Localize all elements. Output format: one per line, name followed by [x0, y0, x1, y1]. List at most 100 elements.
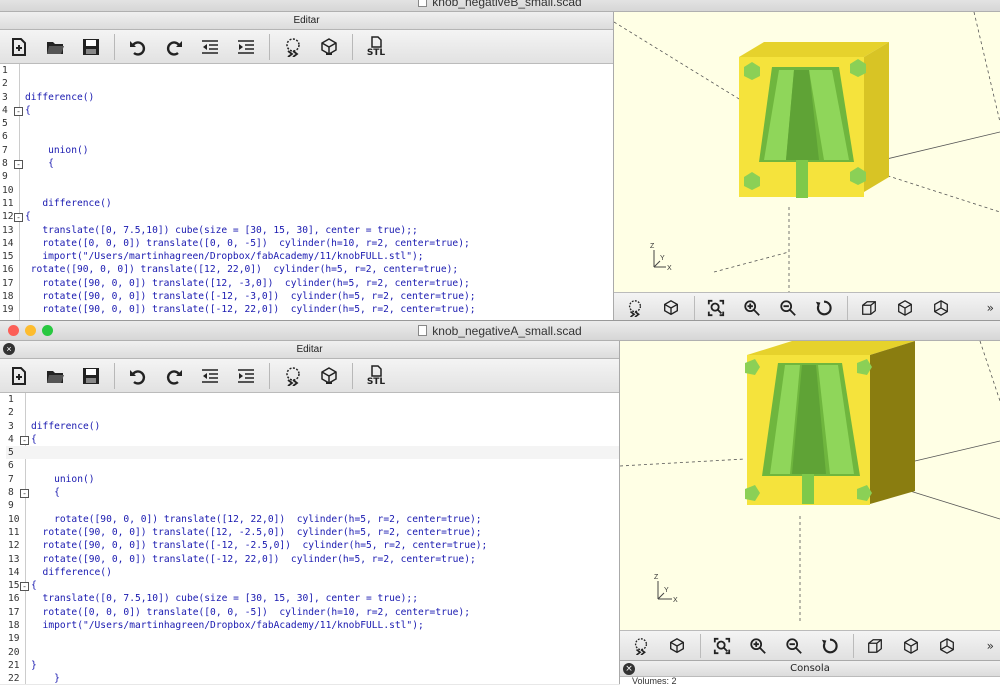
viewer-render-button[interactable] [656, 295, 686, 321]
close-console-icon[interactable]: × [623, 663, 635, 675]
new-file-button[interactable] [4, 362, 34, 390]
view-top-button[interactable] [890, 295, 920, 321]
indent-button[interactable] [231, 33, 261, 61]
view-top-button[interactable] [896, 633, 926, 659]
viewer-preview-button[interactable] [620, 295, 650, 321]
viewer-render-button[interactable] [662, 633, 692, 659]
zoom-in-button[interactable] [737, 295, 767, 321]
export-stl-button[interactable]: STL [361, 362, 391, 390]
view-all-button[interactable] [707, 633, 737, 659]
indent-button[interactable] [231, 362, 261, 390]
code-line[interactable]: 21} [6, 659, 619, 672]
zoom-out-button[interactable] [779, 633, 809, 659]
fold-toggle-icon[interactable]: - [20, 434, 31, 445]
view-bottom-button[interactable] [926, 295, 956, 321]
code-line[interactable]: 16 rotate([90, 0, 0]) translate([12, 22,… [0, 263, 613, 276]
title-bar[interactable]: knob_negativeB_small.scad [0, 0, 1000, 12]
code-line[interactable]: 20 [6, 646, 619, 659]
preview-button[interactable] [278, 33, 308, 61]
code-line[interactable]: 10 [0, 184, 613, 197]
code-line[interactable]: 14 difference() [6, 566, 619, 579]
code-line[interactable]: 18 rotate([90, 0, 0]) translate([-12, -3… [0, 290, 613, 303]
code-line[interactable]: 8- { [6, 486, 619, 499]
code-line[interactable]: 11 difference() [0, 197, 613, 210]
code-line[interactable]: 19 [6, 632, 619, 645]
unindent-button[interactable] [195, 362, 225, 390]
zoom-out-button[interactable] [773, 295, 803, 321]
preview-gear-icon [286, 37, 300, 57]
code-editor[interactable]: 1 2 3 difference() 4-{5 6 7 union() 8- {9 10 11 d… [0, 64, 613, 322]
undo-button[interactable] [123, 362, 153, 390]
view-bottom-button[interactable] [932, 633, 962, 659]
redo-button[interactable] [159, 33, 189, 61]
save-button[interactable] [76, 33, 106, 61]
code-editor[interactable]: 1 2 3 difference() 4-{5 6 7 union() 8- {9 10 rot… [0, 393, 619, 684]
3d-viewer[interactable]: Z X Y » [614, 12, 1000, 322]
code-line[interactable]: 13 rotate([90, 0, 0]) translate([-12, 22… [6, 553, 619, 566]
code-line[interactable]: 17 rotate([90, 0, 0]) translate([12, -3,… [0, 277, 613, 290]
code-line[interactable]: 4-{ [6, 433, 619, 446]
more-tools-icon[interactable]: » [987, 639, 994, 653]
code-line[interactable]: 12-{ [0, 210, 613, 223]
code-text: rotate([90, 0, 0]) translate([-12, -3,0]… [25, 291, 476, 303]
redo-button[interactable] [159, 362, 189, 390]
code-line[interactable]: 16 translate([0, 7.5,10]) cube(size = [3… [6, 592, 619, 605]
code-line[interactable]: 10 rotate([90, 0, 0]) translate([12, 22,… [6, 513, 619, 526]
code-line[interactable]: 17 rotate([0, 0, 0]) translate([0, 0, -5… [6, 606, 619, 619]
code-line[interactable]: 22 } [6, 672, 619, 684]
code-line[interactable]: 18 import("/Users/martinhagreen/Dropbox/… [6, 619, 619, 632]
line-number: 4 [8, 433, 14, 445]
view-all-button[interactable] [701, 295, 731, 321]
render-button[interactable] [314, 362, 344, 390]
viewer-preview-button[interactable] [626, 633, 656, 659]
save-button[interactable] [76, 362, 106, 390]
more-tools-icon[interactable]: » [987, 301, 994, 315]
code-line[interactable]: 4-{ [0, 104, 613, 117]
new-file-button[interactable] [4, 33, 34, 61]
open-file-button[interactable] [40, 33, 70, 61]
view-right-button[interactable] [860, 633, 890, 659]
3d-viewer[interactable]: Z X Y » [620, 341, 1000, 684]
zoom-in-button[interactable] [743, 633, 773, 659]
code-line[interactable]: 2 [0, 77, 613, 90]
undo-button[interactable] [123, 33, 153, 61]
code-line[interactable]: 14 rotate([0, 0, 0]) translate([0, 0, -5… [0, 237, 613, 250]
code-line[interactable]: 3 difference() [6, 420, 619, 433]
window-knob-negative-a: knob_negativeA_small.scad × Editar STL 1… [0, 320, 1000, 684]
fold-toggle-icon[interactable]: - [14, 211, 25, 223]
code-line[interactable]: 9 [0, 170, 613, 183]
preview-button[interactable] [278, 362, 308, 390]
code-line[interactable]: 7 union() [0, 144, 613, 157]
render-button[interactable] [314, 33, 344, 61]
code-line[interactable]: 15-{ [6, 579, 619, 592]
code-line[interactable]: 9 [6, 499, 619, 512]
code-line[interactable]: 6 [0, 130, 613, 143]
code-line[interactable]: 7 union() [6, 473, 619, 486]
code-line[interactable]: 1 [6, 393, 619, 406]
code-line[interactable]: 1 [0, 64, 613, 77]
code-line[interactable]: 19 rotate([90, 0, 0]) translate([-12, 22… [0, 303, 613, 316]
code-line[interactable]: 13 translate([0, 7.5,10]) cube(size = [3… [0, 224, 613, 237]
title-bar[interactable]: knob_negativeA_small.scad [0, 321, 1000, 341]
reset-view-button[interactable] [815, 633, 845, 659]
code-line[interactable]: 6 [6, 459, 619, 472]
reset-view-button[interactable] [809, 295, 839, 321]
open-file-button[interactable] [40, 362, 70, 390]
fold-toggle-icon[interactable]: - [14, 158, 25, 170]
code-line[interactable]: 5 [0, 117, 613, 130]
code-line[interactable]: 2 [6, 406, 619, 419]
code-line[interactable]: 11 rotate([90, 0, 0]) translate([12, -2.… [6, 526, 619, 539]
code-line[interactable]: 5 [6, 446, 619, 460]
code-line[interactable]: 15 import("/Users/martinhagreen/Dropbox/… [0, 250, 613, 263]
view-all-icon [707, 299, 725, 316]
fold-toggle-icon[interactable]: - [20, 580, 31, 592]
fold-toggle-icon[interactable]: - [14, 105, 25, 116]
code-line[interactable]: 3 difference() [0, 91, 613, 104]
export-stl-button[interactable]: STL [361, 33, 391, 61]
fold-toggle-icon [20, 646, 31, 656]
code-line[interactable]: 12 rotate([90, 0, 0]) translate([-12, -2… [6, 539, 619, 552]
fold-toggle-icon[interactable]: - [20, 487, 31, 499]
code-line[interactable]: 8- { [0, 157, 613, 170]
view-right-button[interactable] [854, 295, 884, 321]
unindent-button[interactable] [195, 33, 225, 61]
